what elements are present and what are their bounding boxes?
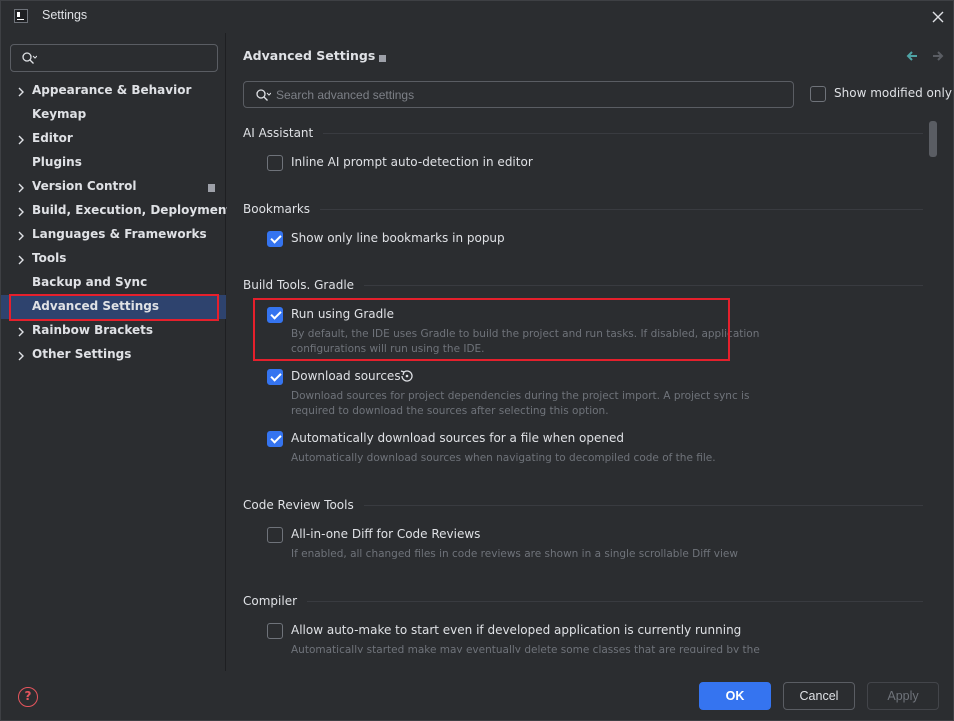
search-icon xyxy=(21,51,38,68)
divider xyxy=(323,132,923,134)
project-level-icon xyxy=(208,184,215,192)
advanced-settings-search[interactable] xyxy=(243,81,794,108)
reset-to-default-icon[interactable] xyxy=(399,368,415,387)
section-title: Bookmarks xyxy=(243,202,923,216)
arrow-right-icon[interactable] xyxy=(931,49,945,66)
sidebar-item-label: Editor xyxy=(32,131,73,145)
sidebar-item-label: Appearance & Behavior xyxy=(32,83,192,97)
all-in-one-diff-checkbox[interactable] xyxy=(267,527,283,543)
apply-button[interactable]: Apply xyxy=(867,682,939,710)
arrow-left-icon[interactable] xyxy=(905,49,919,66)
ok-button[interactable]: OK xyxy=(699,682,771,710)
sidebar-item-rainbow-brackets[interactable]: Rainbow Brackets xyxy=(1,319,226,343)
chevron-right-icon[interactable] xyxy=(16,350,26,361)
chevron-right-icon[interactable] xyxy=(16,134,26,145)
section-title: AI Assistant xyxy=(243,126,923,140)
sidebar-item-appearance[interactable]: Appearance & Behavior xyxy=(1,79,226,103)
sidebar-item-label: Keymap xyxy=(32,107,87,121)
divider xyxy=(363,504,923,506)
chevron-right-icon[interactable] xyxy=(16,182,26,193)
sidebar-item-label: Version Control xyxy=(32,179,137,193)
sidebar-item-other-settings[interactable]: Other Settings xyxy=(1,343,226,367)
section-title-text: Bookmarks xyxy=(243,202,311,216)
sidebar-item-version-control[interactable]: Version Control xyxy=(1,175,226,199)
section-ai-assistant: AI Assistant xyxy=(243,126,923,140)
inline-ai-prompt-checkbox[interactable] xyxy=(267,155,283,171)
section-title: Compiler xyxy=(243,594,923,608)
section-bookmarks: Bookmarks xyxy=(243,202,923,216)
setting-name: Automatically download sources for a fil… xyxy=(291,431,624,445)
section-title-text: Build Tools. Gradle xyxy=(243,278,355,292)
setting-description: Automatically started make may eventuall… xyxy=(291,644,760,653)
setting-name: Inline AI prompt auto-detection in edito… xyxy=(291,155,533,169)
line-bookmarks-checkbox[interactable] xyxy=(267,231,283,247)
sidebar-item-keymap[interactable]: Keymap xyxy=(1,103,226,127)
setting-description: Automatically download sources when navi… xyxy=(291,452,716,464)
settings-tree: Appearance & Behavior Keymap Editor Plug… xyxy=(1,79,232,367)
advanced-settings-search-input[interactable] xyxy=(276,85,776,104)
sidebar-item-label: Backup and Sync xyxy=(32,275,148,289)
section-code-review-tools: Code Review Tools xyxy=(243,498,923,512)
setting-name: All-in-one Diff for Code Reviews xyxy=(291,527,481,541)
window-title: Settings xyxy=(42,8,88,22)
setting-name: Download sources xyxy=(291,369,401,383)
sidebar-search-input[interactable] xyxy=(41,49,211,67)
setting-description: If enabled, all changed files in code re… xyxy=(291,548,738,560)
divider xyxy=(320,208,923,210)
sidebar-item-label: Plugins xyxy=(32,155,82,169)
search-icon xyxy=(255,88,272,105)
sidebar-item-label: Rainbow Brackets xyxy=(32,323,154,337)
sidebar-item-backup-sync[interactable]: Backup and Sync xyxy=(1,271,226,295)
sidebar-item-label: Build, Execution, Deployment xyxy=(32,203,233,217)
sidebar-item-label: Languages & Frameworks xyxy=(32,227,207,241)
section-compiler: Compiler xyxy=(243,594,923,608)
show-modified-only-label: Show modified only xyxy=(834,86,952,100)
close-icon[interactable] xyxy=(928,7,948,27)
chevron-right-icon[interactable] xyxy=(16,254,26,265)
sidebar-item-build[interactable]: Build, Execution, Deployment xyxy=(1,199,232,223)
highlight-box-sidebar xyxy=(9,294,219,321)
section-title: Build Tools. Gradle xyxy=(243,278,923,292)
setting-description: Download sources for project dependencie… xyxy=(291,390,750,417)
section-title-text: Code Review Tools xyxy=(243,498,354,512)
page-title: Advanced Settings xyxy=(243,48,376,63)
project-level-icon xyxy=(379,55,386,62)
setting-name: Show only line bookmarks in popup xyxy=(291,231,505,245)
allow-auto-make-checkbox[interactable] xyxy=(267,623,283,639)
sidebar-item-tools[interactable]: Tools xyxy=(1,247,226,271)
section-title-text: Compiler xyxy=(243,594,298,608)
sidebar-search[interactable] xyxy=(10,44,218,72)
sidebar-item-editor[interactable]: Editor xyxy=(1,127,226,151)
sidebar: Appearance & Behavior Keymap Editor Plug… xyxy=(1,33,232,671)
settings-window: Settings Appearance & Behavior Keymap Ed… xyxy=(0,0,954,721)
help-icon[interactable]: ? xyxy=(18,687,38,707)
chevron-right-icon[interactable] xyxy=(16,326,26,337)
sidebar-item-label: Tools xyxy=(32,251,67,265)
cancel-button[interactable]: Cancel xyxy=(783,682,855,710)
chevron-right-icon[interactable] xyxy=(16,206,26,217)
sidebar-item-label: Other Settings xyxy=(32,347,132,361)
chevron-right-icon[interactable] xyxy=(16,86,26,97)
section-title-text: AI Assistant xyxy=(243,126,314,140)
app-logo-icon xyxy=(14,9,28,23)
download-sources-checkbox[interactable] xyxy=(267,369,283,385)
section-title: Code Review Tools xyxy=(243,498,923,512)
sidebar-item-languages[interactable]: Languages & Frameworks xyxy=(1,223,226,247)
sidebar-item-plugins[interactable]: Plugins xyxy=(1,151,226,175)
show-modified-only-checkbox[interactable] xyxy=(810,86,826,102)
divider xyxy=(307,600,923,602)
setting-name: Allow auto-make to start even if develop… xyxy=(291,623,742,637)
highlight-box-run-using-gradle xyxy=(253,298,730,361)
auto-download-sources-checkbox[interactable] xyxy=(267,431,283,447)
title-bar: Settings xyxy=(1,1,953,33)
chevron-right-icon[interactable] xyxy=(16,230,26,241)
divider xyxy=(364,284,923,286)
section-build-tools-gradle: Build Tools. Gradle xyxy=(243,278,923,292)
scrollbar-thumb[interactable] xyxy=(929,121,937,157)
